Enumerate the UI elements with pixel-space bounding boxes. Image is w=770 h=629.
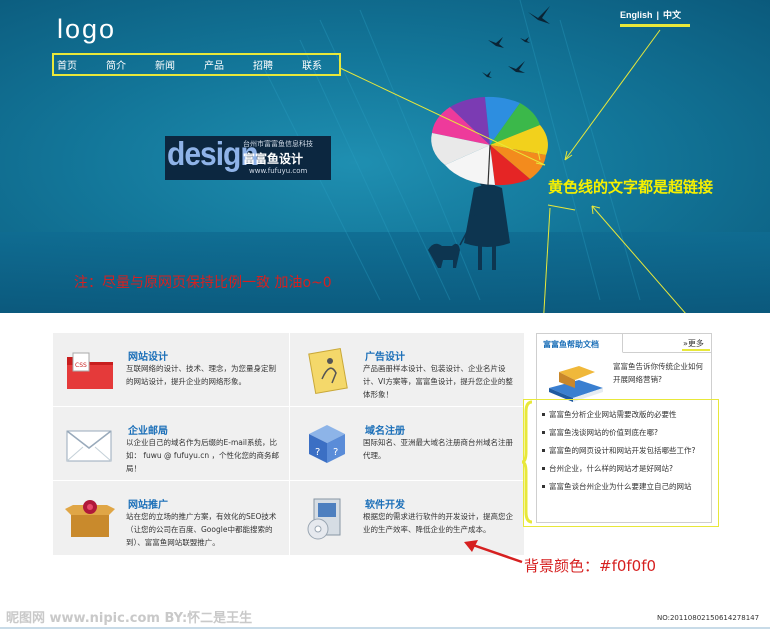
nav-item-about[interactable]: 简介 xyxy=(106,57,126,72)
article-link[interactable]: 富富鱼分析企业网站需要改版的必要性 xyxy=(549,410,677,419)
design-badge: design 台州市富富鱼信息科技 富富鱼设计 www.fufuyu.com xyxy=(165,136,331,180)
brace-icon xyxy=(521,400,533,524)
service-web-design[interactable]: CSS 网站设计 互联网络的设计、技术、理念，为您量身定制的网站设计，提升企业的… xyxy=(53,333,287,406)
watermark: 昵图网 www.nipic.com BY:怀二是王生 xyxy=(6,611,253,626)
nav-item-jobs[interactable]: 招聘 xyxy=(253,57,273,72)
article-link[interactable]: 富富鱼的网页设计和网站开发包括哪些工作? xyxy=(549,446,695,455)
help-tab[interactable]: 富富鱼帮助文档 xyxy=(537,334,623,353)
list-item: 富富鱼分析企业网站需要改版的必要性 xyxy=(541,406,713,424)
service-desc: 根据您的需求进行软件的开发设计，提高您企业的生产效率、降低企业的生产成本。 xyxy=(363,512,513,534)
books-icon xyxy=(549,366,603,402)
list-item: 富富鱼的网页设计和网站开发包括哪些工作? xyxy=(541,442,713,460)
list-item: 台州企业，什么样的网站才是好网站? xyxy=(541,460,713,478)
nav-item-home[interactable]: 首页 xyxy=(57,57,77,72)
lang-highlight xyxy=(620,24,690,27)
service-email[interactable]: 企业邮局 以企业自己的域名作为后缀的E-mail系统，比如： fuwu @ fu… xyxy=(53,407,287,480)
software-box-icon xyxy=(307,498,341,540)
design-company: 台州市富富鱼信息科技 xyxy=(243,140,313,148)
site-logo[interactable]: logo xyxy=(57,14,116,45)
more-label: 更多 xyxy=(687,339,704,348)
service-title[interactable]: 网站推广 xyxy=(128,496,168,511)
red-arrow-icon xyxy=(464,540,523,564)
service-title[interactable]: 网站设计 xyxy=(128,348,168,363)
service-desc: 以企业自己的域名作为后缀的E-mail系统，比如： fuwu @ fufuyu.… xyxy=(126,438,280,473)
more-link[interactable]: »更多 xyxy=(683,338,704,349)
lang-separator: | xyxy=(656,10,660,20)
main-nav: 首页 简介 新闻 产品 招聘 联系 xyxy=(52,53,341,76)
list-item: 富富鱼浅谈网站的价值到底在哪? xyxy=(541,424,713,442)
design-url: www.fufuyu.com xyxy=(249,167,308,175)
cube-question-icon: ? ? xyxy=(309,425,345,463)
design-name: 富富鱼设计 xyxy=(243,152,304,166)
article-link[interactable]: 富富鱼谈台州企业为什么要建立自己的网站 xyxy=(549,482,692,491)
service-title[interactable]: 域名注册 xyxy=(365,422,405,437)
page: logo 首页 简介 新闻 产品 招聘 联系 English | 中文 design… xyxy=(0,0,770,629)
service-title[interactable]: 软件开发 xyxy=(365,496,405,511)
notepad-sketch-icon xyxy=(308,347,348,395)
header-banner: logo 首页 简介 新闻 产品 招聘 联系 English | 中文 design… xyxy=(0,0,770,313)
svg-text:?: ? xyxy=(333,447,338,458)
nav-item-news[interactable]: 新闻 xyxy=(155,57,175,72)
help-header-line xyxy=(623,352,712,353)
service-desc: 产品画册样本设计、包装设计、企业名片设计、VI方案等，富富鱼设计，提升您企业的整… xyxy=(363,364,513,399)
article-link[interactable]: 富富鱼浅谈网站的价值到底在哪? xyxy=(549,428,658,437)
service-ad-design[interactable]: 广告设计 产品画册样本设计、包装设计、企业名片设计、VI方案等，富富鱼设计，提升… xyxy=(290,333,524,406)
image-serial: NO:20110802150614278147 xyxy=(657,614,760,622)
umbrella-icon xyxy=(431,96,548,186)
services-grid: CSS 网站设计 互联网络的设计、技术、理念，为您量身定制的网站设计，提升企业的… xyxy=(53,333,524,555)
hyperlink-annotation: 黄色线的文字都是超链接 xyxy=(548,178,714,196)
svg-text:CSS: CSS xyxy=(75,362,87,369)
banner-illustration xyxy=(259,0,686,313)
envelope-icon xyxy=(66,430,112,462)
ratio-annotation: 注：尽量与原网页保持比例一致 加油o~0 xyxy=(74,275,332,291)
service-domain[interactable]: ? ? 域名注册 国际知名、亚洲最大域名注册商台州域名注册代理。 xyxy=(290,407,524,480)
help-article-list: 富富鱼分析企业网站需要改版的必要性 富富鱼浅谈网站的价值到底在哪? 富富鱼的网页… xyxy=(541,406,713,496)
birds-icon xyxy=(482,6,550,78)
nav-item-contact[interactable]: 联系 xyxy=(302,57,322,72)
gift-box-icon xyxy=(65,500,115,537)
nav-item-products[interactable]: 产品 xyxy=(204,57,224,72)
article-link[interactable]: 台州企业，什么样的网站才是好网站? xyxy=(549,464,673,473)
list-item: 富富鱼谈台州企业为什么要建立自己的网站 xyxy=(541,478,713,496)
service-promotion[interactable]: 网站推广 站在您的立场的推广方案，有效化的SEO技术（让您的公司在百度、Goog… xyxy=(53,481,287,554)
lang-english-link[interactable]: English xyxy=(620,10,653,20)
service-title[interactable]: 广告设计 xyxy=(365,348,405,363)
more-highlight xyxy=(682,349,710,351)
service-desc: 国际知名、亚洲最大域名注册商台州域名注册代理。 xyxy=(363,438,513,460)
svg-text:?: ? xyxy=(315,447,320,458)
folder-css-icon: CSS xyxy=(67,352,113,389)
lang-chinese-link[interactable]: 中文 xyxy=(663,10,681,20)
service-title[interactable]: 企业邮局 xyxy=(128,422,168,437)
help-intro-link[interactable]: 富富鱼告诉你传统企业如何开展网络营销? xyxy=(613,360,709,386)
service-desc: 互联网络的设计、技术、理念，为您量身定制的网站设计，提升企业的网络形象。 xyxy=(126,364,276,386)
bg-color-annotation: 背景颜色：#f0f0f0 xyxy=(524,557,657,575)
language-switch: English | 中文 xyxy=(620,8,681,21)
service-desc: 站在您的立场的推广方案，有效化的SEO技术（让您的公司在百度、Google中都能… xyxy=(126,512,277,547)
